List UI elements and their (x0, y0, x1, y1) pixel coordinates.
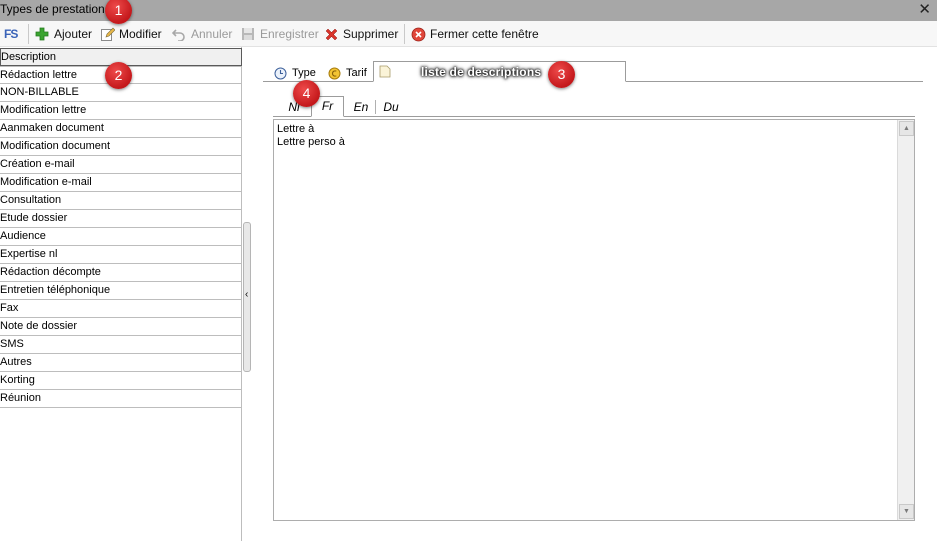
list-item[interactable]: Rédaction décompte (0, 264, 242, 282)
undo-button[interactable]: Annuler (171, 25, 232, 43)
close-circle-icon (410, 26, 426, 42)
collapse-left-icon[interactable]: ‹ (245, 290, 248, 300)
undo-icon (171, 26, 187, 42)
list-item[interactable]: Modification document (0, 138, 242, 156)
tab-language-du[interactable]: Du (377, 98, 405, 116)
list-item[interactable]: Note de dossier (0, 318, 242, 336)
description-lines: Lettre à Lettre perso à (277, 123, 345, 149)
annotation-badge: 4 (293, 80, 320, 107)
list-item[interactable]: Etude dossier (0, 210, 242, 228)
scroll-up-icon[interactable]: ▲ (899, 121, 914, 136)
vertical-scrollbar[interactable]: ▲ ▼ (897, 120, 914, 520)
edit-button[interactable]: Modifier (99, 25, 162, 43)
description-editor[interactable]: Lettre à Lettre perso à ▲ ▼ (273, 119, 915, 521)
description-line: Lettre perso à (277, 136, 345, 148)
clock-icon (273, 66, 287, 80)
tab-type[interactable]: Type (273, 64, 316, 82)
add-button-label: Ajouter (54, 27, 93, 41)
tab-language-fr-label: Fr (321, 99, 334, 113)
app-logo-icon: FS (4, 27, 18, 41)
save-button[interactable]: Enregistrer (240, 25, 319, 43)
list-item[interactable]: Entretien téléphonique (0, 282, 242, 300)
delete-button-label: Supprimer (343, 27, 399, 41)
delete-icon (323, 26, 339, 42)
detail-pane: Type Tarif liste de descriptions Nl Fr E… (251, 47, 937, 541)
list-item[interactable]: Audience (0, 228, 242, 246)
window-close-icon[interactable]: ✕ (918, 1, 931, 18)
list-item[interactable]: Consultation (0, 192, 242, 210)
edit-icon (99, 26, 115, 42)
tab-language-du-label: Du (383, 100, 399, 114)
prestation-list-pane: Description Rédaction lettre NON-BILLABL… (0, 47, 242, 541)
list-item[interactable]: Expertise nl (0, 246, 242, 264)
edit-button-label: Modifier (119, 27, 162, 41)
toolbar: FS Ajouter Modifier Annuler Enregistrer … (0, 21, 937, 47)
list-item[interactable]: Fax (0, 300, 242, 318)
annotation-badge: 2 (105, 62, 132, 89)
undo-button-label: Annuler (191, 27, 233, 41)
detail-tabs: Type Tarif liste de descriptions (263, 60, 923, 82)
list-item[interactable]: Réunion (0, 390, 242, 408)
list-item[interactable]: SMS (0, 336, 242, 354)
toolbar-separator (404, 24, 405, 44)
tab-descriptions-label: liste de descriptions (421, 64, 542, 79)
save-icon (240, 26, 256, 42)
tab-language-en[interactable]: En (347, 98, 376, 116)
close-window-button-label: Fermer cette fenêtre (430, 27, 539, 41)
close-window-button[interactable]: Fermer cette fenêtre (410, 25, 539, 43)
plus-icon (34, 26, 50, 42)
description-line: Lettre à (277, 123, 315, 135)
delete-button[interactable]: Supprimer (323, 25, 398, 43)
tab-descriptions[interactable]: liste de descriptions (373, 61, 627, 82)
coin-icon (327, 66, 341, 80)
annotation-badge: 3 (548, 61, 575, 88)
list-item[interactable]: Korting (0, 372, 242, 390)
tab-separator (375, 100, 376, 114)
window-title: Types de prestations (0, 2, 111, 16)
list-item[interactable]: Modification e-mail (0, 174, 242, 192)
toolbar-separator (28, 24, 29, 44)
document-icon (378, 65, 392, 79)
add-button[interactable]: Ajouter (34, 25, 92, 43)
scroll-down-icon[interactable]: ▼ (899, 504, 914, 519)
list-item[interactable]: Création e-mail (0, 156, 242, 174)
tab-tarif-label: Tarif (346, 67, 367, 79)
list-item[interactable]: Autres (0, 354, 242, 372)
prestation-list: Rédaction lettre NON-BILLABLE Modificati… (0, 66, 242, 408)
language-tabs: Nl Fr En Du (273, 95, 915, 117)
list-item[interactable]: Aanmaken document (0, 120, 242, 138)
tab-tarif[interactable]: Tarif (327, 64, 367, 82)
save-button-label: Enregistrer (260, 27, 319, 41)
pane-splitter[interactable]: ‹ (243, 222, 251, 372)
tab-type-label: Type (292, 67, 316, 79)
list-item[interactable]: Modification lettre (0, 102, 242, 120)
tab-language-en-label: En (353, 100, 369, 114)
title-bar: Types de prestations ✕ (0, 0, 937, 21)
